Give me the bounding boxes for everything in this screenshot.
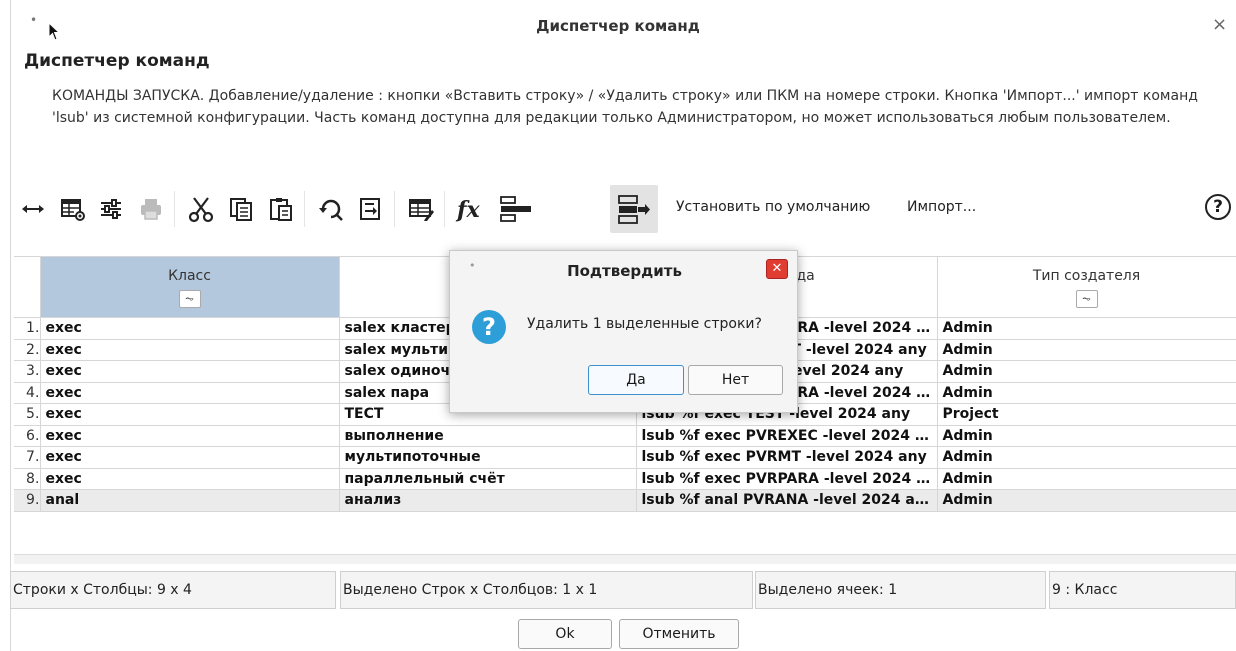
cancel-button[interactable]: Отменить xyxy=(619,619,739,649)
cell-class[interactable]: anal xyxy=(39,489,340,512)
toolbar-separator xyxy=(444,191,445,227)
cell-creator-type[interactable]: Admin xyxy=(936,489,1236,512)
find-icon[interactable] xyxy=(312,185,350,233)
cell-class[interactable]: exec xyxy=(39,446,340,469)
confirm-dialog: • Подтвердить ✕ ? Удалить 1 выделенные с… xyxy=(449,250,798,413)
cell-creator-type[interactable]: Admin xyxy=(936,424,1236,447)
description-text: КОМАНДЫ ЗАПУСКА. Добавление/удаление : к… xyxy=(52,88,1198,126)
ok-button[interactable]: Ok xyxy=(518,619,612,649)
row-number[interactable]: 6 xyxy=(14,424,41,447)
title-bar: • Диспетчер команд × xyxy=(0,0,1236,50)
set-default-button[interactable]: Установить по умолчанию xyxy=(676,199,870,215)
copy-icon[interactable] xyxy=(222,185,260,233)
toolbar-separator xyxy=(174,191,175,227)
question-icon: ? xyxy=(472,310,506,344)
cell-class[interactable]: exec xyxy=(39,360,340,383)
resize-columns-icon[interactable] xyxy=(14,185,52,233)
cell-name[interactable]: мультипоточные xyxy=(338,446,637,469)
status-selected-rows-cols: Выделено Строк х Столбцов: 1 x 1 xyxy=(340,571,753,609)
cell-class[interactable]: exec xyxy=(39,338,340,361)
filter-toggle-icon[interactable]: ⏦ xyxy=(178,290,201,308)
row-number[interactable]: 9 xyxy=(14,489,41,512)
column-header-creator-type[interactable]: Тип создателя ⏦ xyxy=(936,256,1236,318)
filter-settings-icon[interactable] xyxy=(92,185,130,233)
delete-row-icon[interactable] xyxy=(610,185,658,233)
toolbar-separator xyxy=(394,191,395,227)
preview-table-icon[interactable] xyxy=(54,185,92,233)
cell-command[interactable]: lsub %f anal PVRANA -level 2024 any xyxy=(635,489,938,512)
cell-creator-type[interactable]: Admin xyxy=(936,446,1236,469)
column-header-class[interactable]: Класс ⏦ xyxy=(39,256,340,318)
row-number[interactable]: 1 xyxy=(14,317,41,340)
cell-class[interactable]: exec xyxy=(39,403,340,426)
window-title: Диспетчер команд xyxy=(536,17,700,35)
insert-row-icon[interactable] xyxy=(494,185,538,233)
dialog-no-button[interactable]: Нет xyxy=(688,365,783,395)
cell-creator-type[interactable]: Admin xyxy=(936,360,1236,383)
status-selected-cells: Выделено ячеек: 1 xyxy=(755,571,1046,609)
table-row[interactable]: 7 exec мультипоточные lsub %f exec PVRMT -l… xyxy=(14,446,1236,469)
dialog-close-button[interactable]: ✕ xyxy=(766,259,788,279)
import-button[interactable]: Импорт... xyxy=(907,199,976,215)
print-icon[interactable] xyxy=(132,185,170,233)
cell-creator-type[interactable]: Project xyxy=(936,403,1236,426)
cell-command[interactable]: lsub %f exec PVRPARA -level 2024 any xyxy=(635,467,938,490)
cell-class[interactable]: exec xyxy=(39,424,340,447)
cell-class[interactable]: exec xyxy=(39,317,340,340)
toolbar: fx Установить по умолчанию Импорт... ? xyxy=(14,183,1236,235)
row-number[interactable]: 2 xyxy=(14,338,41,361)
edit-columns-icon[interactable] xyxy=(402,185,440,233)
cell-creator-type[interactable]: Admin xyxy=(936,381,1236,404)
cell-command[interactable]: lsub %f exec PVRMT -level 2024 any xyxy=(635,446,938,469)
dialog-title: Подтвердить xyxy=(567,262,682,280)
cell-name[interactable]: анализ xyxy=(338,489,637,512)
column-header-label: Класс xyxy=(168,268,211,284)
window-close-button[interactable]: × xyxy=(1212,14,1227,35)
column-header-label: Тип создателя xyxy=(1032,268,1141,284)
table-row[interactable]: 6 exec выполнение lsub %f exec PVREXEC -lev… xyxy=(14,424,1236,447)
corner-header xyxy=(14,256,41,318)
cut-icon[interactable] xyxy=(182,185,220,233)
row-number[interactable]: 4 xyxy=(14,381,41,404)
cell-class[interactable]: exec xyxy=(39,467,340,490)
filter-toggle-icon[interactable]: ⏦ xyxy=(1075,290,1098,308)
cell-class[interactable]: exec xyxy=(39,381,340,404)
table-row[interactable]: 9 anal анализ lsub %f anal PVRANA -level 20… xyxy=(14,489,1236,512)
column-header-label: да xyxy=(796,268,815,284)
dialog-message: Удалить 1 выделенные строки? xyxy=(527,316,762,332)
formula-icon[interactable]: fx xyxy=(450,185,492,233)
row-number[interactable]: 5 xyxy=(14,403,41,426)
row-number[interactable]: 7 xyxy=(14,446,41,469)
page-title: Диспетчер команд xyxy=(24,51,210,71)
svg-text:fx: fx xyxy=(455,197,480,223)
horizontal-scrollbar[interactable] xyxy=(14,554,1236,564)
cell-creator-type[interactable]: Admin xyxy=(936,338,1236,361)
cell-name[interactable]: параллельный счёт xyxy=(338,467,637,490)
status-rows-cols: Строки х Столбцы: 9 x 4 xyxy=(10,571,336,609)
table-row[interactable]: 8 exec параллельный счёт lsub %f exec PVRPA… xyxy=(14,467,1236,490)
cell-creator-type[interactable]: Admin xyxy=(936,317,1236,340)
cell-name[interactable]: выполнение xyxy=(338,424,637,447)
row-number[interactable]: 8 xyxy=(14,467,41,490)
window-left-border xyxy=(10,0,11,651)
dialog-yes-button[interactable]: Да xyxy=(588,365,684,395)
toolbar-separator xyxy=(304,191,305,227)
help-icon[interactable]: ? xyxy=(1205,194,1231,220)
replace-icon[interactable] xyxy=(352,185,390,233)
row-number[interactable]: 3 xyxy=(14,360,41,383)
cell-command[interactable]: lsub %f exec PVREXEC -level 2024 any xyxy=(635,424,938,447)
status-current-cell: 9 : Класс xyxy=(1049,571,1236,609)
cell-creator-type[interactable]: Admin xyxy=(936,467,1236,490)
paste-icon[interactable] xyxy=(262,185,300,233)
